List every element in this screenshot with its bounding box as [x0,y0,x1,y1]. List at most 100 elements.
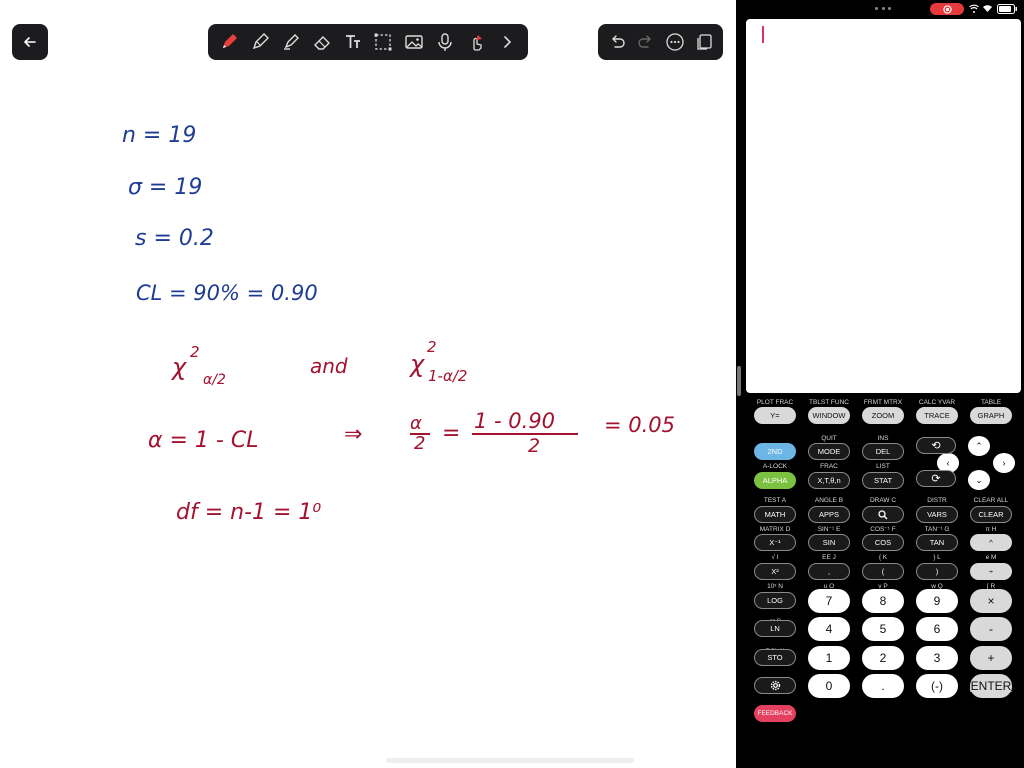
chi-right-sup: 2 [427,338,437,356]
key-1[interactable]: 1 [808,646,850,670]
right-arrow-key[interactable]: › [993,453,1015,473]
key-feedback[interactable]: FEEDBACK [754,705,796,722]
note-cl: CL = 90% = 0.90 [136,281,318,305]
key-secondary-label: LIST [876,463,890,470]
key-key[interactable]: ÷ [970,563,1012,580]
key-key[interactable]: × [970,589,1012,613]
key-key[interactable]: . [862,674,904,698]
key-secondary-label: CLEAR ALL [973,497,1009,504]
key-7[interactable]: 7 [808,589,850,613]
down-arrow-key[interactable]: ⌄ [968,470,990,490]
key-key[interactable]: - [970,617,1012,641]
key-cos[interactable]: COS [862,534,904,551]
frac-den: 2 [528,435,540,457]
chi-left: χ [170,353,187,381]
chi-right: χ [408,350,425,378]
key-apps[interactable]: APPS [808,506,850,523]
key-2nd[interactable]: 2ND [754,443,796,460]
key-key[interactable]: ^ [970,534,1012,551]
key-secondary-label: COS⁻¹ F [870,526,896,533]
up-arrow-key[interactable]: ⌃ [968,436,990,456]
up-arrow-icon: ⌃ [975,440,983,451]
key-secondary-label: INS [877,435,889,442]
result: = 0.05 [604,413,675,437]
key-secondary-label: { K [878,554,888,561]
key-0[interactable]: 0 [808,674,850,698]
note-canvas[interactable]: n = 19 σ = 19 s = 0.2 CL = 90% = 0.90 χ … [0,0,736,768]
handwriting-layer: n = 19 σ = 19 s = 0.2 CL = 90% = 0.90 χ … [122,123,675,525]
key-math[interactable]: MATH [754,506,796,523]
key-mode[interactable]: MODE [808,443,850,460]
key-secondary-label: DRAW C [869,497,897,504]
record-indicator [930,3,964,15]
key-secondary-label: QUIT [821,435,837,442]
key-x-t-n[interactable]: X,T,θ,n [808,472,850,489]
key-secondary-label: π H [985,526,997,533]
key-del[interactable]: DEL [862,443,904,460]
key-y[interactable]: Y= [754,407,796,424]
key-x[interactable]: X² [754,563,796,580]
redo-key[interactable]: ⟳ [916,470,956,487]
record-icon [942,4,952,14]
key-secondary-label: TBLST FUNC [809,399,849,406]
key-8[interactable]: 8 [862,589,904,613]
half-eq: = [442,421,460,446]
key-key[interactable]: , [808,563,850,580]
key-secondary-label: 10ˣ N [767,583,783,590]
gear-icon [770,680,780,691]
key-stat[interactable]: STAT [862,472,904,489]
key-log[interactable]: LOG [754,592,796,609]
chi-left-sub: α/2 [203,372,226,388]
alpha-eq: α = 1 - CL [148,428,258,453]
key-trace[interactable]: TRACE [916,407,958,424]
undo-icon: ⟲ [931,440,941,452]
key-9[interactable]: 9 [916,589,958,613]
key-vars[interactable]: VARS [916,506,958,523]
page-scroll-indicator[interactable] [386,758,634,763]
key-graph[interactable]: GRAPH [970,407,1012,424]
text-cursor [762,26,764,43]
gear-key[interactable] [754,677,796,694]
left-arrow-icon: ‹ [946,458,950,468]
key-2[interactable]: 2 [862,646,904,670]
key-zoom[interactable]: ZOOM [862,407,904,424]
key-tan[interactable]: TAN [916,534,958,551]
status-bar [742,0,1024,18]
multitask-dots[interactable] [875,7,891,10]
key-key[interactable]: + [970,646,1012,670]
frac-num: 1 - 0.90 [474,409,555,433]
key-secondary-label: TAN⁻¹ G [924,526,950,533]
key-secondary-label: ANGLE B [814,497,844,504]
key-3[interactable]: 3 [916,646,958,670]
key-secondary-label: PLOT FRAC [756,399,794,406]
key-ln[interactable]: LN [754,620,796,637]
key-alpha[interactable]: ALPHA [754,472,796,489]
undo-key[interactable]: ⟲ [916,437,956,454]
key-x[interactable]: X⁻¹ [754,534,796,551]
key-window[interactable]: WINDOW [808,407,850,424]
key-sto[interactable]: STO [754,649,796,666]
key-key[interactable]: ) [916,563,958,580]
key-secondary-label: } L [933,554,941,561]
redo-icon: ⟳ [931,473,941,485]
implies-arrow: ⇒ [344,422,362,447]
calculator-screen[interactable] [746,19,1021,393]
key-secondary-label: FRAC [820,463,838,470]
key-secondary-label: DISTR [927,497,947,504]
search-key[interactable] [862,506,904,523]
half-num: α [410,413,422,434]
key-sin[interactable]: SIN [808,534,850,551]
note-sigma: σ = 19 [128,175,202,200]
key-4[interactable]: 4 [808,617,850,641]
key-clear[interactable]: CLEAR [970,506,1012,523]
key-key[interactable]: ( [862,563,904,580]
key-enter[interactable]: ENTER [970,674,1012,698]
chi-right-sub: 1-α/2 [428,367,467,385]
key-secondary-label: CALC YVAR [918,399,956,406]
note-n: n = 19 [122,123,196,148]
divider-handle[interactable] [737,366,741,396]
key-key[interactable]: (-) [916,674,958,698]
key-5[interactable]: 5 [862,617,904,641]
key-6[interactable]: 6 [916,617,958,641]
key-secondary-label: FRMT MTRX [863,399,903,406]
